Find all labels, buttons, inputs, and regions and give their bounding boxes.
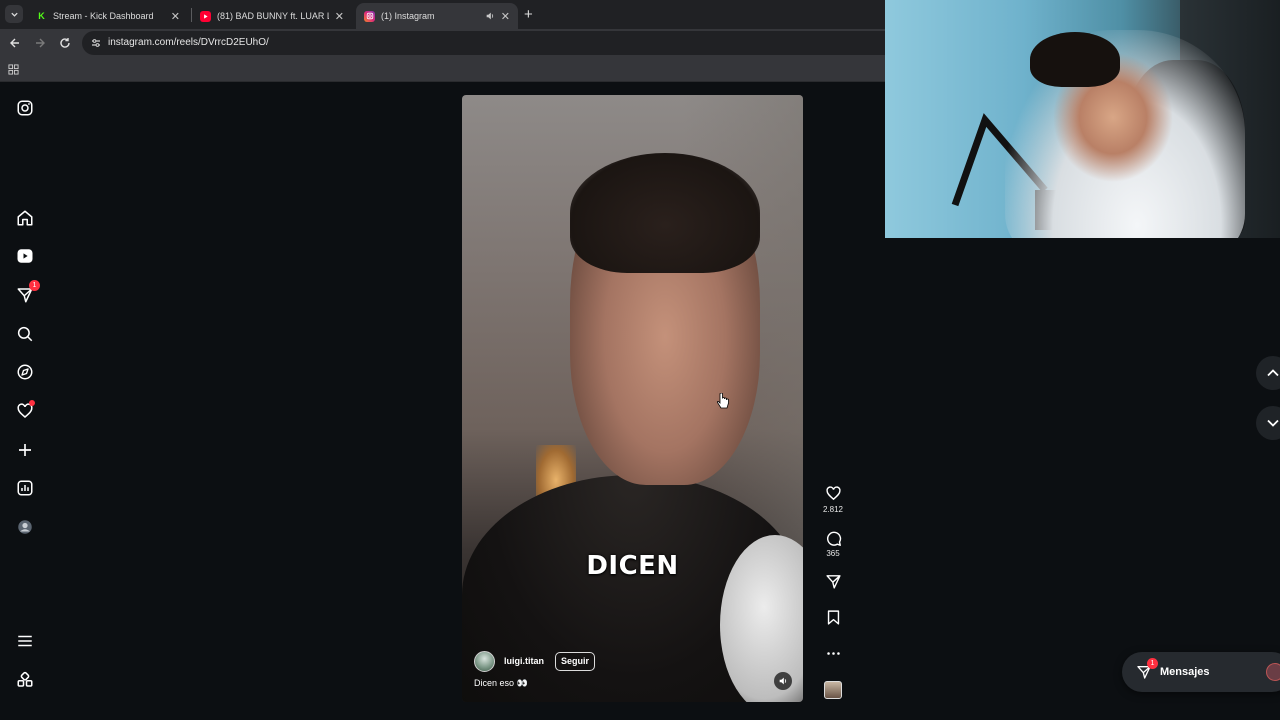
streamer-webcam [885, 0, 1280, 238]
reel-video[interactable]: DICEN luigi.titan Seguir Dicen eso 👀 [462, 95, 803, 702]
reel-owner: luigi.titan Seguir [474, 650, 596, 672]
browser-tab-bar: K Stream - Kick Dashboard ✕ (81) BAD BUN… [0, 0, 885, 29]
profile-avatar[interactable] [14, 516, 36, 538]
speaker-icon [779, 677, 787, 685]
mute-button[interactable] [774, 672, 792, 690]
bookmark-icon [827, 609, 839, 625]
tab-label: (1) Instagram [381, 11, 435, 21]
audio-playing-icon[interactable] [485, 11, 495, 21]
direct-messages-icon[interactable]: 1 [14, 280, 40, 306]
hand-cursor-icon [716, 393, 729, 409]
address-bar[interactable]: instagram.com/reels/DVrrcD2EUhO/ [82, 31, 885, 55]
owner-avatar[interactable] [474, 650, 495, 672]
dashboard-icon[interactable] [14, 477, 36, 499]
close-icon[interactable]: ✕ [335, 10, 344, 23]
close-icon[interactable]: ✕ [501, 10, 510, 23]
ellipsis-icon [826, 651, 840, 655]
home-icon[interactable] [14, 207, 36, 229]
like-button[interactable] [823, 483, 843, 503]
also-from-meta-icon[interactable] [14, 669, 36, 691]
owner-username[interactable]: luigi.titan [504, 656, 544, 666]
comment-button[interactable] [823, 528, 843, 548]
forward-button[interactable] [32, 35, 48, 51]
kick-icon: K [38, 11, 45, 21]
reels-icon[interactable] [14, 245, 36, 267]
tab-youtube[interactable]: (81) BAD BUNNY ft. LUAR LA L ✕ [192, 3, 352, 29]
youtube-icon [200, 10, 211, 22]
save-button[interactable] [823, 607, 843, 627]
paper-plane-icon [825, 574, 841, 589]
arrow-left-icon [10, 38, 19, 48]
more-options-button[interactable] [823, 643, 843, 663]
tab-instagram[interactable]: (1) Instagram ✕ [356, 3, 518, 29]
audio-thumbnail[interactable] [824, 681, 842, 699]
message-contact-avatar[interactable] [1266, 663, 1280, 681]
explore-icon[interactable] [14, 361, 36, 383]
reload-button[interactable] [57, 35, 73, 51]
instagram-icon [364, 10, 375, 22]
reload-icon [60, 38, 70, 48]
create-icon[interactable] [14, 439, 36, 461]
browser-toolbar: instagram.com/reels/DVrrcD2EUhO/ [0, 29, 885, 57]
paper-plane-icon: 1 [1136, 658, 1158, 680]
back-button[interactable] [7, 35, 23, 51]
chevron-down-icon [1267, 419, 1279, 427]
video-caption-overlay: DICEN [586, 551, 679, 581]
close-icon[interactable]: ✕ [171, 10, 180, 23]
site-settings-icon[interactable] [90, 37, 102, 49]
tab-kick-dashboard[interactable]: K Stream - Kick Dashboard ✕ [28, 3, 188, 29]
messages-button[interactable]: 1 Mensajes [1122, 652, 1280, 692]
next-reel-button[interactable] [1256, 406, 1280, 440]
bookmarks-bar [0, 57, 885, 82]
messages-label: Mensajes [1160, 666, 1210, 678]
webcam-person-hair [1030, 32, 1120, 87]
tab-search-button[interactable] [5, 5, 23, 23]
screen: K Stream - Kick Dashboard ✕ (81) BAD BUN… [0, 0, 1280, 720]
more-menu-icon[interactable] [14, 630, 36, 652]
previous-reel-button[interactable] [1256, 356, 1280, 390]
new-tab-button[interactable]: + [524, 6, 533, 23]
tab-label: Stream - Kick Dashboard [53, 11, 154, 21]
tab-label: (81) BAD BUNNY ft. LUAR LA L [217, 11, 329, 21]
notifications-icon[interactable] [14, 400, 36, 422]
share-button[interactable] [823, 571, 843, 591]
instagram-logo-icon[interactable] [14, 97, 36, 119]
follow-button[interactable]: Seguir [555, 651, 596, 671]
arrow-right-icon [36, 38, 45, 48]
notification-badge: 1 [29, 280, 40, 291]
chevron-down-icon [10, 12, 18, 17]
url-text[interactable]: instagram.com/reels/DVrrcD2EUhO/ [108, 37, 269, 48]
apps-grid-icon[interactable] [8, 64, 19, 75]
comment-icon [826, 531, 841, 546]
video-person-hair [570, 153, 760, 273]
chevron-up-icon [1267, 369, 1279, 377]
like-count: 2.812 [822, 505, 844, 514]
comment-count: 365 [826, 549, 840, 558]
messages-badge: 1 [1147, 658, 1158, 669]
instagram-sidebar: 1 [0, 84, 50, 720]
notification-dot [29, 400, 35, 406]
search-icon[interactable] [14, 323, 36, 345]
reel-description[interactable]: Dicen eso 👀 [474, 678, 528, 689]
heart-icon [825, 485, 841, 500]
